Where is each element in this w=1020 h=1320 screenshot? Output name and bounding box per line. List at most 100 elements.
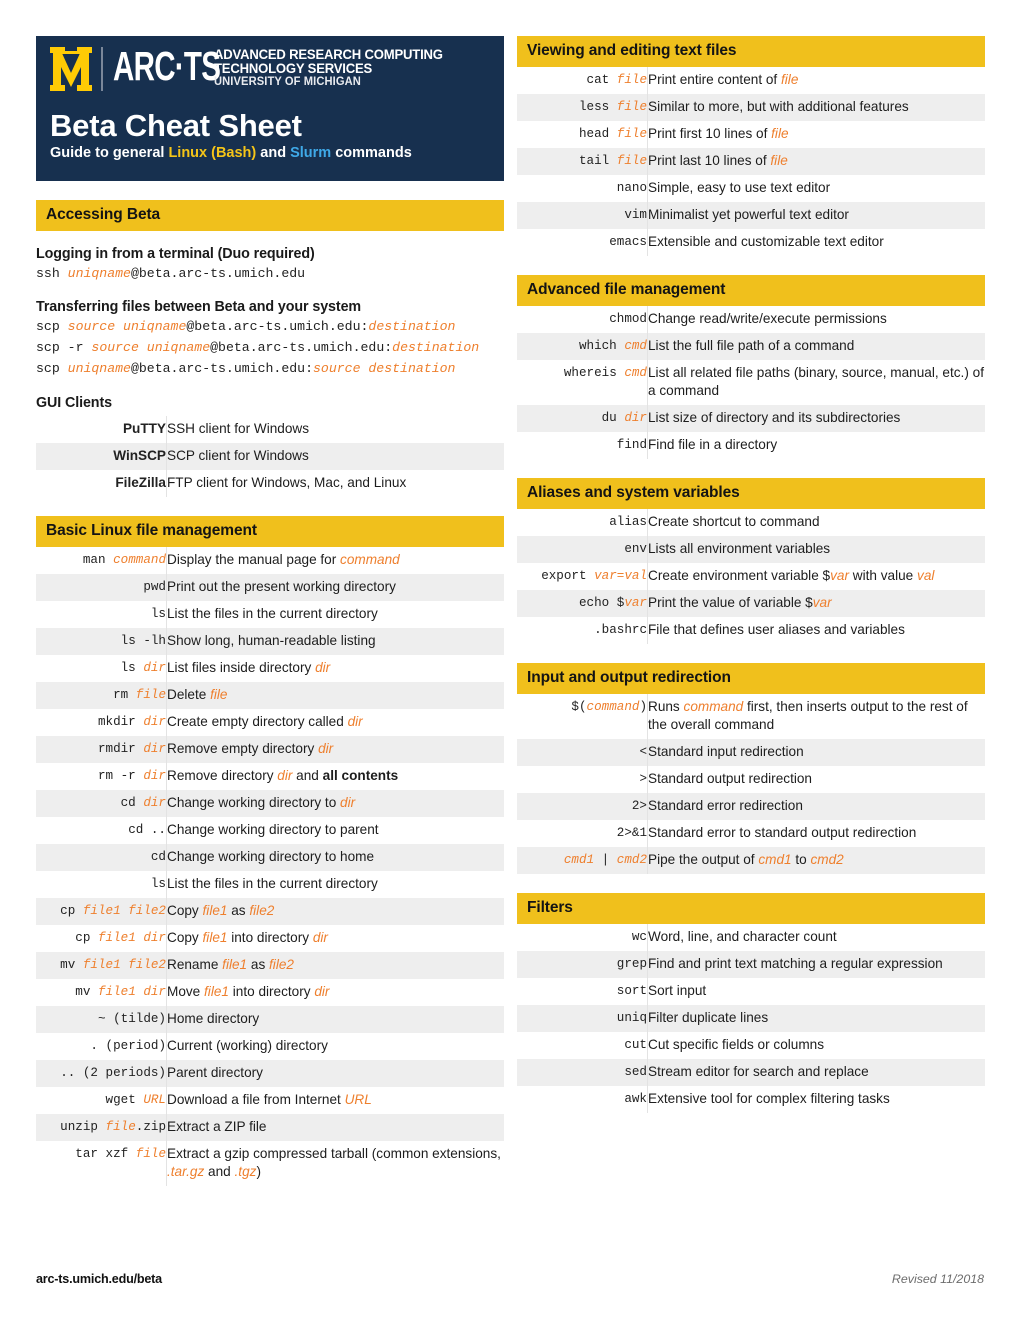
- description-text: Show long, human-readable listing: [167, 633, 376, 648]
- description-cell: Print out the present working directory: [166, 574, 504, 601]
- command-cell: 2>&1: [517, 820, 648, 847]
- command-argument: cmd2: [616, 853, 647, 867]
- command-text: ~ (tilde): [97, 1012, 166, 1026]
- description-cell: Print the value of variable $var: [647, 590, 985, 617]
- description-text: Stream editor for search and replace: [648, 1064, 869, 1079]
- description-text: ): [256, 1164, 261, 1179]
- command-cell: ~ (tilde): [36, 1006, 167, 1033]
- filters-table: wc Word, line, and character count grep Fin…: [517, 924, 985, 1113]
- table-row: pwd Print out the present working directo…: [36, 574, 504, 601]
- arcts-wordmark: ARC·TS: [113, 43, 221, 89]
- command-text: echo $: [578, 596, 625, 610]
- command-cell: vim: [517, 202, 648, 229]
- description-cell: Sort input: [648, 978, 986, 1005]
- command-cell: .. (2 periods): [36, 1060, 167, 1087]
- command-cell: pwd: [36, 574, 167, 601]
- command-text: 2>&1: [616, 826, 647, 840]
- command-text: wc: [631, 930, 647, 944]
- table-row: tail file Print last 10 lines of file: [517, 148, 985, 175]
- description-text: Print entire content of: [648, 72, 781, 87]
- description-text: Filter duplicate lines: [648, 1010, 769, 1025]
- command-text: pwd: [143, 580, 166, 594]
- command-text: du: [601, 411, 625, 425]
- description-text: Change working directory to parent: [167, 822, 379, 837]
- description-text: Print last 10 lines of: [648, 153, 771, 168]
- command-cell: env: [517, 536, 648, 563]
- description-argument: cmd1: [758, 852, 792, 867]
- command-text: ): [639, 700, 647, 714]
- command-text: sort: [616, 984, 647, 998]
- description-text: Sort input: [648, 983, 707, 998]
- redirection-table: $(command) Runs command first, then inser…: [517, 694, 985, 874]
- logo-row: ARC·TS ADVANCED RESEARCH COMPUTING TECHN…: [50, 43, 490, 97]
- table-row: rm file Delete file: [36, 682, 504, 709]
- description-argument: .tar.gz: [167, 1164, 205, 1179]
- table-row: mkdir dir Create empty directory called d…: [36, 709, 504, 736]
- command-text: <: [639, 745, 647, 759]
- command-text: mv: [75, 985, 98, 999]
- command-cell: cp file1 dir: [36, 925, 167, 952]
- description-cell: Rename file1 as file2: [166, 952, 504, 979]
- gui-client-desc: FTP client for Windows, Mac, and Linux: [167, 475, 407, 490]
- command-text: rm: [113, 688, 136, 702]
- command-argument: file: [616, 73, 647, 87]
- description-text: List files inside directory: [167, 660, 316, 675]
- command-text: wget: [105, 1093, 144, 1107]
- command-text: ls: [120, 661, 144, 675]
- description-text: Standard error redirection: [648, 798, 803, 813]
- table-row: ls List the files in the current director…: [36, 871, 504, 898]
- description-cell: Extract a gzip compressed tarball (commo…: [167, 1141, 505, 1186]
- description-cell: Standard error to standard output redire…: [648, 820, 986, 847]
- description-cell: Print first 10 lines of file: [648, 121, 986, 148]
- command-argument: file: [135, 1147, 166, 1161]
- description-cell: Change working directory to dir: [166, 790, 504, 817]
- description-cell: Display the manual page for command: [167, 547, 505, 574]
- description-text: Find file in a directory: [648, 437, 778, 452]
- description-text: List size of directory and its subdirect…: [648, 410, 901, 425]
- table-row: cut Cut specific fields or columns: [517, 1032, 985, 1059]
- command-cell: wget URL: [36, 1087, 167, 1114]
- description-cell: Extensible and customizable text editor: [648, 229, 986, 256]
- login-subheading: Logging in from a terminal (Duo required…: [36, 246, 315, 262]
- description-text: Print first 10 lines of: [648, 126, 772, 141]
- command-text: less: [578, 100, 617, 114]
- table-row: echo $var Print the value of variable $va…: [517, 590, 985, 617]
- scp1-arg2: destination: [368, 319, 456, 334]
- command-text: sed: [624, 1065, 647, 1079]
- table-row: wc Word, line, and character count: [517, 924, 985, 951]
- description-cell: List size of directory and its subdirect…: [647, 405, 985, 432]
- command-argument: file1 file2: [82, 904, 166, 918]
- viewing-editing-table: cat file Print entire content of file less…: [517, 67, 985, 256]
- section-aliases-variables: Aliases and system variables alias Create…: [517, 478, 985, 644]
- command-argument: cmd: [624, 366, 647, 380]
- description-cell: Similar to more, but with additional fea…: [647, 94, 985, 121]
- command-argument: dir: [143, 715, 166, 729]
- command-cell: mkdir dir: [36, 709, 167, 736]
- description-cell: Print entire content of file: [648, 67, 986, 94]
- command-cell: unzip file.zip: [36, 1114, 167, 1141]
- description-argument: val: [917, 568, 935, 583]
- command-cell: sed: [517, 1059, 648, 1086]
- command-argument: file1 dir: [97, 931, 166, 945]
- description-text: Download a file from Internet: [167, 1092, 345, 1107]
- page-footer: arc-ts.umich.edu/beta Revised 11/2018: [36, 1272, 984, 1286]
- two-column-layout: ARC·TS ADVANCED RESEARCH COMPUTING TECHN…: [36, 36, 985, 1186]
- logo-divider: [101, 47, 103, 91]
- table-row: env Lists all environment variables: [517, 536, 985, 563]
- command-argument: dir: [143, 796, 166, 810]
- table-row: cp file1 dir Copy file1 into directory di…: [36, 925, 504, 952]
- transfer-command: scp source uniqname@beta.arc-ts.umich.ed…: [36, 316, 504, 337]
- section-viewing-editing: Viewing and editing text files cat file P…: [517, 36, 985, 256]
- section-header-accessing-beta: Accessing Beta: [36, 200, 504, 231]
- subtitle-pre: Guide to general: [50, 145, 169, 161]
- command-text: 2>: [631, 799, 647, 813]
- description-cell: Copy file1 into directory dir: [167, 925, 505, 952]
- command-text: awk: [624, 1092, 647, 1106]
- command-cell: uniq: [517, 1005, 648, 1032]
- description-argument: file1: [204, 984, 229, 999]
- command-cell: du dir: [517, 405, 648, 432]
- description-cell: List the files in the current directory: [167, 601, 505, 628]
- command-argument: dir: [143, 661, 166, 675]
- command-cell: ls -lh: [36, 628, 167, 655]
- description-argument: command: [683, 699, 744, 714]
